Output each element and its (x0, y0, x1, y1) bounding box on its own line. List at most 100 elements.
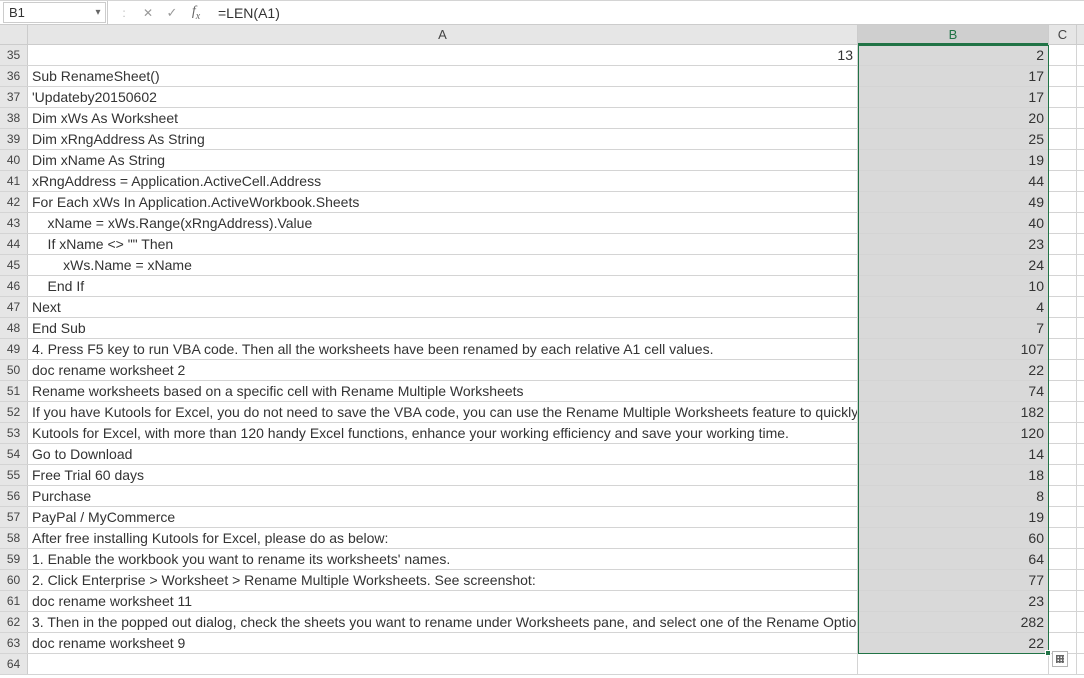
row-header[interactable]: 38 (0, 108, 28, 128)
name-box-dropdown-icon[interactable]: ▾ (91, 7, 105, 18)
cell-b[interactable]: 282 (858, 612, 1049, 632)
cell-a[interactable]: Free Trial 60 days (28, 465, 858, 485)
cell-c[interactable] (1049, 276, 1077, 296)
cell-b[interactable]: 77 (858, 570, 1049, 590)
row-header[interactable]: 64 (0, 654, 28, 674)
cell-a[interactable]: Dim xWs As Worksheet (28, 108, 858, 128)
row-header[interactable]: 42 (0, 192, 28, 212)
cell-c[interactable] (1049, 465, 1077, 485)
cell-b[interactable]: 64 (858, 549, 1049, 569)
cell-b[interactable]: 2 (858, 45, 1049, 65)
cell-a[interactable]: Kutools for Excel, with more than 120 ha… (28, 423, 858, 443)
cell-a[interactable]: doc rename worksheet 9 (28, 633, 858, 653)
cell-a[interactable]: xWs.Name = xName (28, 255, 858, 275)
cell-b[interactable]: 23 (858, 591, 1049, 611)
cell-b[interactable]: 107 (858, 339, 1049, 359)
cell-c[interactable] (1049, 528, 1077, 548)
select-all-corner[interactable] (0, 25, 28, 44)
cell-a[interactable]: If you have Kutools for Excel, you do no… (28, 402, 858, 422)
cell-a[interactable]: If xName <> "" Then (28, 234, 858, 254)
cell-b[interactable]: 10 (858, 276, 1049, 296)
cell-a[interactable]: Purchase (28, 486, 858, 506)
row-header[interactable]: 35 (0, 45, 28, 65)
enter-icon[interactable]: ✓ (160, 5, 184, 21)
cell-b[interactable]: 23 (858, 234, 1049, 254)
column-header-a[interactable]: A (28, 25, 858, 44)
row-header[interactable]: 41 (0, 171, 28, 191)
cell-a[interactable]: xName = xWs.Range(xRngAddress).Value (28, 213, 858, 233)
cell-b[interactable]: 14 (858, 444, 1049, 464)
fx-icon[interactable]: fx (184, 4, 208, 22)
cell-a[interactable]: Dim xRngAddress As String (28, 129, 858, 149)
cell-b[interactable]: 22 (858, 360, 1049, 380)
cell-c[interactable] (1049, 192, 1077, 212)
row-header[interactable]: 54 (0, 444, 28, 464)
spreadsheet-grid[interactable]: 3513236Sub RenameSheet()1737'Updateby201… (0, 45, 1084, 675)
row-header[interactable]: 57 (0, 507, 28, 527)
row-header[interactable]: 45 (0, 255, 28, 275)
row-header[interactable]: 46 (0, 276, 28, 296)
cell-c[interactable] (1049, 108, 1077, 128)
cell-a[interactable]: doc rename worksheet 11 (28, 591, 858, 611)
row-header[interactable]: 52 (0, 402, 28, 422)
cell-b[interactable]: 4 (858, 297, 1049, 317)
cell-b[interactable]: 19 (858, 150, 1049, 170)
cell-a[interactable]: xRngAddress = Application.ActiveCell.Add… (28, 171, 858, 191)
cell-a[interactable]: Sub RenameSheet() (28, 66, 858, 86)
cell-b[interactable]: 19 (858, 507, 1049, 527)
cell-c[interactable] (1049, 486, 1077, 506)
cell-b[interactable]: 8 (858, 486, 1049, 506)
cell-c[interactable] (1049, 66, 1077, 86)
cell-c[interactable] (1049, 360, 1077, 380)
cell-b[interactable]: 40 (858, 213, 1049, 233)
cell-c[interactable] (1049, 87, 1077, 107)
row-header[interactable]: 53 (0, 423, 28, 443)
row-header[interactable]: 61 (0, 591, 28, 611)
cell-c[interactable] (1049, 234, 1077, 254)
cell-c[interactable] (1049, 654, 1077, 674)
cell-b[interactable]: 24 (858, 255, 1049, 275)
row-header[interactable]: 39 (0, 129, 28, 149)
cell-a[interactable]: End Sub (28, 318, 858, 338)
name-box[interactable]: B1 ▾ (3, 2, 106, 23)
cell-b[interactable]: 22 (858, 633, 1049, 653)
cell-b[interactable]: 20 (858, 108, 1049, 128)
cell-a[interactable]: PayPal / MyCommerce (28, 507, 858, 527)
cell-a[interactable]: 13 (28, 45, 858, 65)
cell-b[interactable] (858, 654, 1049, 674)
row-header[interactable]: 51 (0, 381, 28, 401)
column-header-c[interactable]: C (1049, 25, 1077, 44)
cell-b[interactable]: 44 (858, 171, 1049, 191)
cell-c[interactable] (1049, 402, 1077, 422)
cell-c[interactable] (1049, 444, 1077, 464)
cell-c[interactable] (1049, 171, 1077, 191)
row-header[interactable]: 55 (0, 465, 28, 485)
cell-a[interactable]: doc rename worksheet 2 (28, 360, 858, 380)
cell-b[interactable]: 17 (858, 66, 1049, 86)
cell-a[interactable]: 4. Press F5 key to run VBA code. Then al… (28, 339, 858, 359)
row-header[interactable]: 44 (0, 234, 28, 254)
cell-c[interactable] (1049, 297, 1077, 317)
cell-a[interactable]: After free installing Kutools for Excel,… (28, 528, 858, 548)
cell-c[interactable] (1049, 213, 1077, 233)
column-header-b[interactable]: B (858, 25, 1049, 44)
cell-c[interactable] (1049, 423, 1077, 443)
cell-b[interactable]: 18 (858, 465, 1049, 485)
cell-a[interactable]: 1. Enable the workbook you want to renam… (28, 549, 858, 569)
cell-c[interactable] (1049, 612, 1077, 632)
row-header[interactable]: 59 (0, 549, 28, 569)
row-header[interactable]: 47 (0, 297, 28, 317)
cell-a[interactable]: 2. Click Enterprise > Worksheet > Rename… (28, 570, 858, 590)
cell-a[interactable]: Next (28, 297, 858, 317)
row-header[interactable]: 40 (0, 150, 28, 170)
cell-b[interactable]: 49 (858, 192, 1049, 212)
cell-c[interactable] (1049, 255, 1077, 275)
cell-c[interactable] (1049, 129, 1077, 149)
cell-c[interactable] (1049, 150, 1077, 170)
row-header[interactable]: 36 (0, 66, 28, 86)
row-header[interactable]: 49 (0, 339, 28, 359)
cell-a[interactable] (28, 654, 858, 674)
row-header[interactable]: 62 (0, 612, 28, 632)
cell-c[interactable] (1049, 633, 1077, 653)
cell-a[interactable]: Go to Download (28, 444, 858, 464)
